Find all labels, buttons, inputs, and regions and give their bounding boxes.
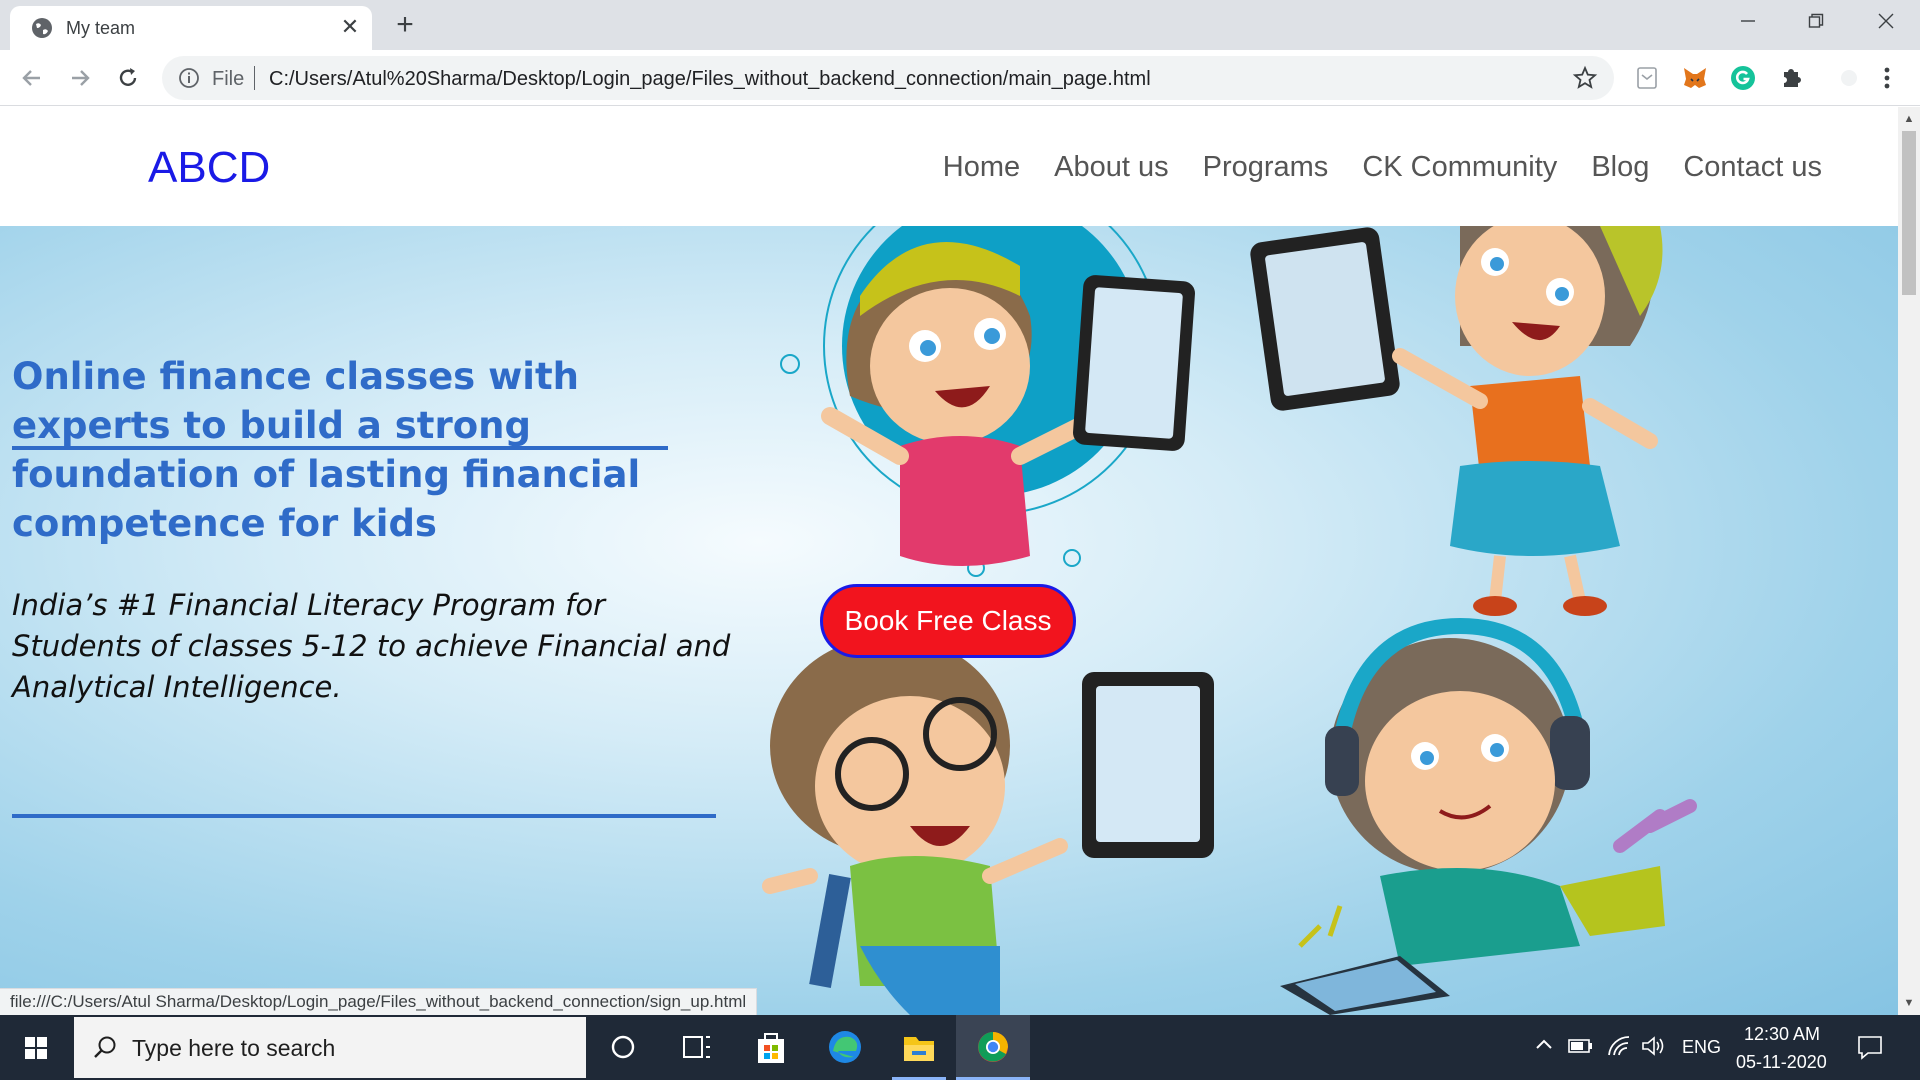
- site-header: ABCD Home About us Programs CK Community…: [0, 107, 1898, 226]
- metamask-fox-icon[interactable]: [1680, 63, 1710, 93]
- nav-ck-community[interactable]: CK Community: [1362, 151, 1557, 184]
- hero-title: Online finance classes with experts to b…: [12, 355, 641, 545]
- scroll-thumb[interactable]: [1902, 131, 1916, 295]
- file-explorer-icon[interactable]: [882, 1015, 956, 1080]
- nav-programs[interactable]: Programs: [1203, 151, 1329, 184]
- hero-banner: Online finance classes with experts to b…: [0, 226, 1898, 1015]
- page-scrollbar[interactable]: ▲ ▼: [1898, 107, 1920, 1015]
- hero-subtitle: India’s #1 Financial Literacy Program fo…: [12, 588, 731, 704]
- new-tab-button[interactable]: +: [388, 8, 422, 42]
- minimize-button[interactable]: [1720, 6, 1776, 40]
- task-view-icon[interactable]: [660, 1015, 734, 1080]
- url-text[interactable]: C:/Users/Atul%20Sharma/Desktop/Login_pag…: [269, 68, 1151, 91]
- book-free-class-button[interactable]: Book Free Class: [820, 584, 1076, 658]
- clock-time[interactable]: 12:30 AM: [1744, 1024, 1820, 1045]
- chrome-icon: [978, 1032, 1008, 1062]
- taskbar-search-placeholder: Type here to search: [132, 1035, 336, 1061]
- restore-button[interactable]: [1788, 6, 1844, 40]
- main-nav: Home About us Programs CK Community Blog…: [909, 151, 1822, 184]
- tray-chevron-up-icon[interactable]: [1534, 1035, 1554, 1055]
- windows-start-icon[interactable]: [0, 1015, 72, 1080]
- browser-toolbar: File C:/Users/Atul%20Sharma/Desktop/Logi…: [0, 50, 1920, 106]
- profile-avatar-icon[interactable]: [1834, 63, 1864, 93]
- battery-icon[interactable]: [1568, 1035, 1594, 1057]
- omnibox-divider: [254, 66, 255, 90]
- restore-icon: [1808, 13, 1824, 28]
- cortana-icon[interactable]: [586, 1015, 660, 1080]
- input-language[interactable]: ENG: [1682, 1037, 1721, 1058]
- grammarly-icon[interactable]: [1728, 63, 1758, 93]
- back-icon[interactable]: [14, 60, 50, 96]
- address-bar[interactable]: File C:/Users/Atul%20Sharma/Desktop/Logi…: [162, 56, 1614, 100]
- browser-tab-strip: My team ✕ +: [0, 0, 1920, 50]
- minimize-icon: [1741, 20, 1755, 22]
- scroll-up-icon[interactable]: ▲: [1903, 113, 1915, 125]
- scheme-label: File: [212, 68, 245, 90]
- nav-home[interactable]: Home: [943, 151, 1020, 184]
- close-window-button[interactable]: [1858, 6, 1914, 40]
- nav-contact-us[interactable]: Contact us: [1683, 151, 1822, 184]
- extensions-puzzle-icon[interactable]: [1776, 63, 1806, 93]
- clock-date[interactable]: 05-11-2020: [1736, 1052, 1827, 1073]
- site-logo[interactable]: ABCD: [148, 143, 270, 193]
- forward-icon[interactable]: [62, 60, 98, 96]
- volume-icon[interactable]: [1640, 1033, 1666, 1059]
- link-status-bubble: file:///C:/Users/Atul Sharma/Desktop/Log…: [0, 988, 758, 1015]
- globe-icon: [32, 18, 52, 38]
- hero-bottom-rule: [12, 814, 716, 818]
- edge-browser-icon[interactable]: [808, 1015, 882, 1080]
- scroll-down-icon[interactable]: ▼: [1903, 997, 1915, 1009]
- chrome-taskbar-button[interactable]: [956, 1015, 1030, 1080]
- nav-about-us[interactable]: About us: [1054, 151, 1168, 184]
- search-icon: [94, 1036, 116, 1058]
- menu-kebab-icon[interactable]: [1872, 63, 1902, 93]
- web-page: ABCD Home About us Programs CK Community…: [0, 107, 1898, 1015]
- windows-taskbar: Type here to search ENG 12:30 AM 05-11-2…: [0, 1015, 1920, 1080]
- microsoft-store-icon[interactable]: [734, 1015, 808, 1080]
- extension-doc-icon[interactable]: [1632, 63, 1662, 93]
- bookmark-star-icon[interactable]: [1572, 65, 1598, 91]
- close-icon: [1878, 13, 1894, 29]
- tab-title: My team: [66, 18, 136, 38]
- notifications-icon[interactable]: [1856, 1033, 1884, 1061]
- browser-tab[interactable]: My team ✕: [10, 6, 372, 50]
- wifi-icon[interactable]: [1606, 1033, 1632, 1059]
- reload-icon[interactable]: [110, 60, 146, 96]
- tab-close-icon[interactable]: ✕: [336, 13, 364, 41]
- nav-blog[interactable]: Blog: [1591, 151, 1649, 184]
- taskbar-search-box[interactable]: Type here to search: [74, 1017, 586, 1078]
- info-icon[interactable]: [178, 67, 200, 89]
